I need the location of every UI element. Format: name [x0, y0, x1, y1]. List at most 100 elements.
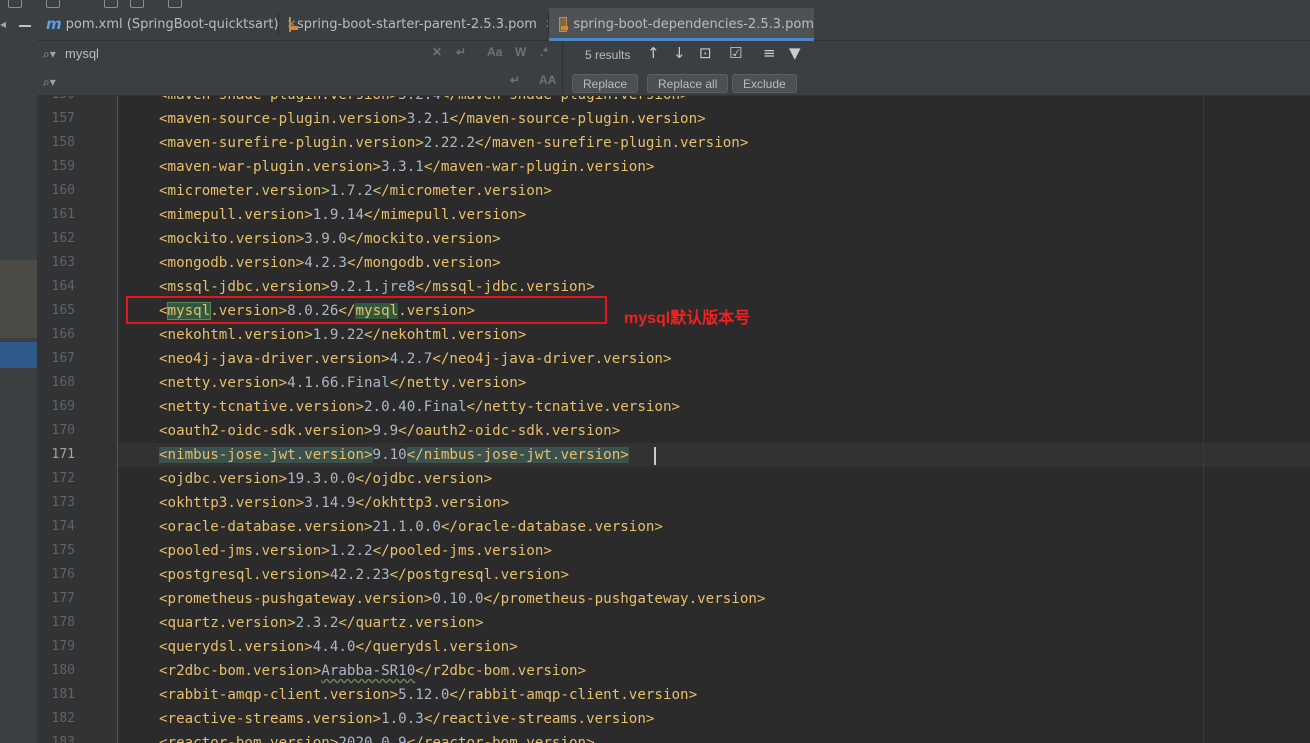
replace-all-button[interactable]: Replace all — [647, 74, 729, 93]
version-value: 5.12.0 — [398, 687, 450, 703]
version-value: 19.3.0.0 — [287, 471, 356, 487]
replace-input[interactable] — [65, 71, 445, 91]
version-value: 4.2.3 — [304, 255, 347, 271]
version-value: 3.2.1 — [406, 111, 450, 127]
new-line-icon[interactable]: ↵ — [510, 73, 520, 87]
xml-element: <quartz.version>2.3.2</quartz.version> — [159, 615, 484, 631]
collapse-arrow-icon[interactable]: ◂ — [0, 17, 6, 31]
preserve-case-toggle[interactable]: AA — [539, 73, 556, 87]
version-value: 1.9.14 — [312, 207, 364, 223]
project-panel-strip: ◂ — [0, 8, 38, 743]
xml-element: <querydsl.version>4.4.0</querydsl.versio… — [159, 639, 518, 655]
minimize-icon[interactable] — [19, 25, 31, 27]
annotation-note: mysql默认版本号 — [624, 310, 751, 327]
replace-search-icon[interactable]: ⌕▾ — [43, 75, 56, 90]
line-number: 159 — [51, 159, 75, 174]
version-value: 3.14.9 — [304, 495, 356, 511]
xml-element: <nekohtml.version>1.9.22</nekohtml.versi… — [159, 327, 527, 343]
search-icon[interactable]: ⌕▾ — [43, 47, 56, 62]
line-number: 158 — [51, 135, 75, 150]
version-value: 9.10 — [372, 447, 407, 463]
tab-label: spring-boot-starter-parent-2.5.3.pom — [297, 16, 537, 32]
previous-occurrence-icon[interactable]: ↑ — [647, 44, 660, 62]
project-tree-selection[interactable] — [0, 342, 37, 368]
clear-icon[interactable]: ✕ — [432, 45, 442, 59]
line-number: 168 — [51, 375, 75, 390]
project-tree-highlight[interactable] — [0, 260, 37, 338]
line-number: 183 — [51, 735, 75, 743]
search-everywhere-icon[interactable] — [130, 0, 144, 8]
line-number: 173 — [51, 495, 75, 510]
line-number: 156 — [37, 96, 75, 107]
version-value: 4.2.7 — [389, 351, 433, 367]
version-value: Arabba-SR10 — [321, 663, 416, 679]
filter-results-icon[interactable]: ≡ — [763, 44, 776, 62]
line-number: 160 — [51, 183, 75, 198]
line-number: 176 — [51, 567, 75, 582]
line-number: 180 — [51, 663, 75, 678]
xml-element: <r2dbc-bom.version>Arabba-SR10</r2dbc-bo… — [159, 663, 587, 679]
next-occurrence-icon[interactable]: ↓ — [673, 44, 686, 62]
xml-element: <reactive-streams.version>1.0.3</reactiv… — [159, 711, 655, 727]
xml-element: <ojdbc.version>19.3.0.0</ojdbc.version> — [159, 471, 493, 487]
line-number: 182 — [51, 711, 75, 726]
find-row: ⌕▾ ✕ ↵ Aa W .* — [37, 41, 562, 67]
line-number: 179 — [51, 639, 75, 654]
annotation-red-box — [126, 296, 607, 324]
match-case-toggle[interactable]: Aa — [487, 45, 502, 59]
xml-element: <reactor-bom.version>2020.0.9</reactor-b… — [159, 731, 595, 743]
version-value: 1.7.2 — [329, 183, 373, 199]
code-editor[interactable]: 156 <maven-shade-plugin.version>3.2.4</ma… — [37, 96, 1310, 743]
version-value: 2.0.40.Final — [364, 399, 467, 415]
filter-icon[interactable]: ▼ — [789, 44, 801, 62]
back-icon[interactable] — [8, 0, 22, 8]
version-value: 3.3.1 — [381, 159, 424, 175]
tab-label: pom.xml (SpringBoot-quicktsart) — [65, 16, 279, 32]
line-number: 164 — [51, 279, 75, 294]
new-line-icon[interactable]: ↵ — [456, 45, 466, 59]
tab-starter-parent-pom[interactable]: spring-boot-starter-parent-2.5.3.pom ✕ — [279, 8, 555, 40]
line-number: 171 — [51, 447, 75, 462]
tab-pom-xml[interactable]: m pom.xml (SpringBoot-quicktsart) ✕ — [37, 8, 297, 40]
line-number: 163 — [51, 255, 75, 270]
tab-label: spring-boot-dependencies-2.5.3.pom — [573, 16, 814, 32]
pom-file-icon — [289, 16, 298, 32]
xml-element: <mongodb.version>4.2.3</mongodb.version> — [159, 255, 501, 271]
xml-element: <oracle-database.version>21.1.0.0</oracl… — [159, 519, 663, 535]
version-value: 1.2.2 — [329, 543, 373, 559]
words-toggle[interactable]: W — [515, 45, 526, 59]
exclude-button[interactable]: Exclude — [732, 74, 797, 93]
structure-icon[interactable] — [104, 0, 118, 8]
line-number: 172 — [51, 471, 75, 486]
version-value: 21.1.0.0 — [372, 519, 441, 535]
version-value: 9.2.1.jre8 — [329, 279, 416, 295]
select-all-occurrences-icon[interactable]: ⊡ — [699, 44, 712, 62]
xml-element: <netty.version>4.1.66.Final</netty.versi… — [159, 375, 527, 391]
find-input[interactable] — [65, 43, 445, 63]
line-number: 165 — [51, 303, 75, 318]
version-value: 4.1.66.Final — [287, 375, 390, 391]
tab-dependencies-pom[interactable]: spring-boot-dependencies-2.5.3.pom — [549, 8, 814, 41]
version-value: 0.10.0 — [432, 591, 484, 607]
line-number: 177 — [51, 591, 75, 606]
line-number: 166 — [51, 327, 75, 342]
line-number: 167 — [51, 351, 75, 366]
xml-element: <pooled-jms.version>1.2.2</pooled-jms.ve… — [159, 543, 552, 559]
xml-element: <mimepull.version>1.9.14</mimepull.versi… — [159, 207, 527, 223]
xml-element: <maven-shade-plugin.version>3.2.4</maven… — [159, 96, 689, 107]
version-value: 2.3.2 — [295, 615, 339, 631]
editor-tabs: m pom.xml (SpringBoot-quicktsart) ✕ spri… — [37, 8, 1310, 41]
xml-element: <postgresql.version>42.2.23</postgresql.… — [159, 567, 570, 583]
build-icon[interactable] — [46, 0, 60, 8]
multi-select-icon[interactable]: ☑ — [729, 44, 742, 62]
translate-icon[interactable] — [168, 0, 182, 8]
regex-toggle[interactable]: .* — [540, 45, 548, 59]
line-number: 181 — [51, 687, 75, 702]
replace-row: ⌕▾ ↵ AA — [37, 69, 562, 95]
xml-element: <prometheus-pushgateway.version>0.10.0</… — [159, 591, 766, 607]
xml-element: <oauth2-oidc-sdk.version>9.9</oauth2-oid… — [159, 423, 621, 439]
xml-element: <maven-war-plugin.version>3.3.1</maven-w… — [159, 159, 655, 175]
replace-button[interactable]: Replace — [572, 74, 639, 93]
version-value: 42.2.23 — [329, 567, 390, 583]
xml-element: <neo4j-java-driver.version>4.2.7</neo4j-… — [159, 351, 672, 367]
